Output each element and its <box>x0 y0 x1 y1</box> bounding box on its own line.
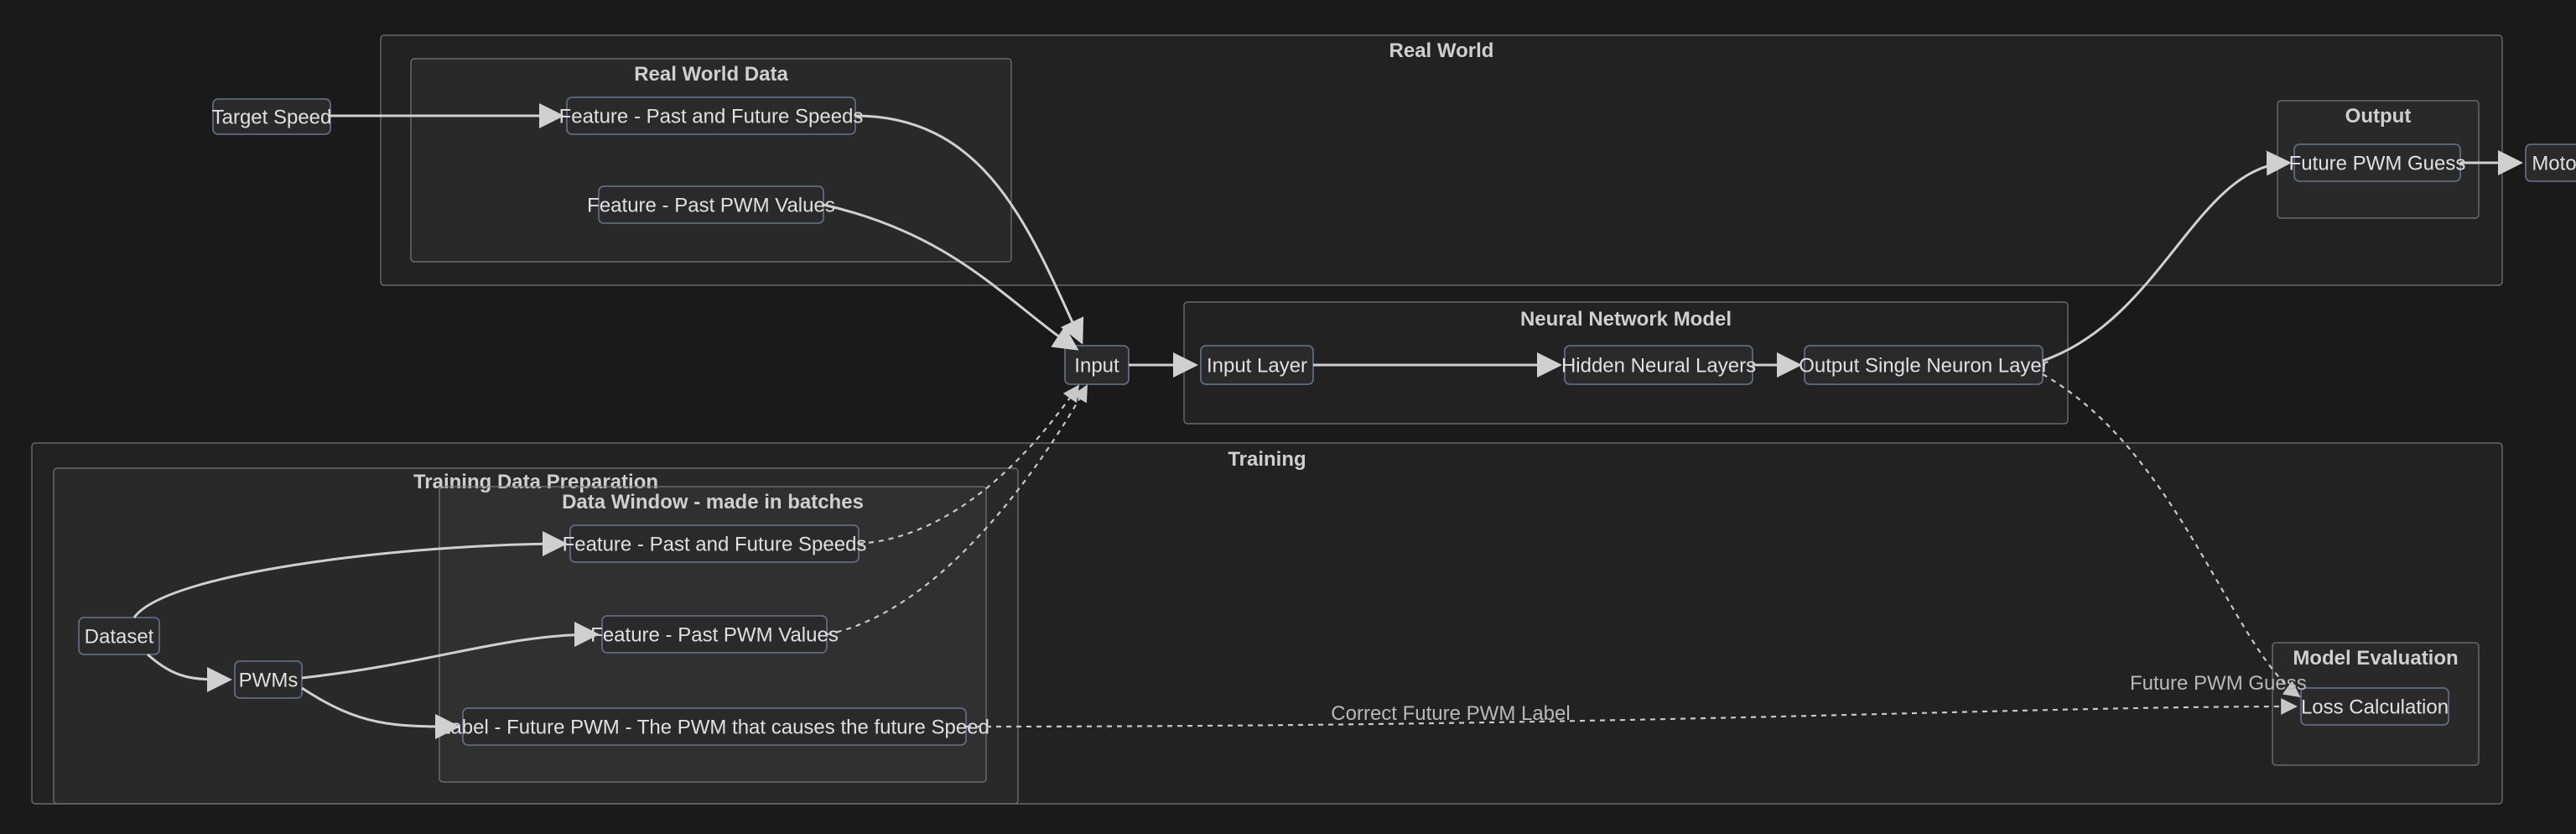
edge-label-future-guess: Future PWM Guess <box>2130 672 2307 695</box>
label-output-layer: Output Single Neuron Layer <box>1799 354 2049 377</box>
label-future-pwm-label: Label - Future PWM - The PWM that causes… <box>439 716 989 738</box>
label-feat-pwm-rw: Feature - Past PWM Values <box>587 194 835 216</box>
title-model-eval: Model Evaluation <box>2293 647 2458 670</box>
label-future-pwm-guess: Future PWM Guess <box>2289 152 2466 175</box>
label-pwms: PWMs <box>239 669 299 691</box>
label-input: Input <box>1074 354 1119 377</box>
title-data-window: Data Window - made in batches <box>562 491 864 513</box>
label-dataset: Dataset <box>85 625 154 648</box>
title-neural-network: Neural Network Model <box>1520 308 1732 331</box>
label-loss-calc: Loss Calculation <box>2301 696 2449 718</box>
title-real-world-data: Real World Data <box>634 63 788 86</box>
label-motor: Motor <box>2532 152 2576 175</box>
diagram-canvas: Real World Real World Data Output Neural… <box>0 0 2576 834</box>
container-real-world-data <box>411 59 1011 262</box>
title-output: Output <box>2345 105 2412 128</box>
label-feat-speeds-tr: Feature - Past and Future Speeds <box>563 533 867 555</box>
title-training: Training <box>1228 448 1306 471</box>
label-hidden-layers: Hidden Neural Layers <box>1561 354 1756 377</box>
label-feat-speeds-rw: Feature - Past and Future Speeds <box>559 105 864 128</box>
label-feat-pwm-tr: Feature - Past PWM Values <box>590 623 839 646</box>
edge-label-correct-pwm: Correct Future PWM Label <box>1331 702 1570 725</box>
title-real-world: Real World <box>1389 39 1494 62</box>
label-target-speed: Target Speed <box>212 106 332 128</box>
label-input-layer: Input Layer <box>1207 354 1307 377</box>
